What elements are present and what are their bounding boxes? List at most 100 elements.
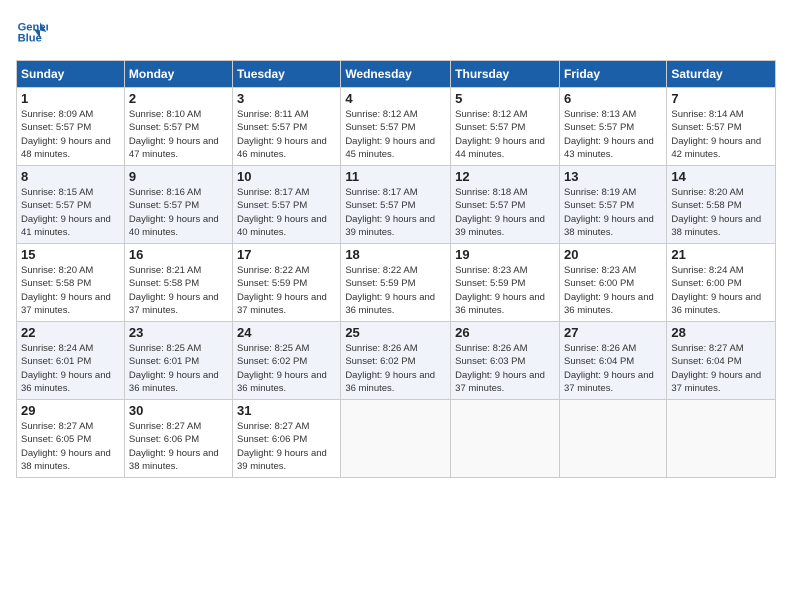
- day-info: Sunrise: 8:26 AMSunset: 6:03 PMDaylight:…: [455, 342, 555, 395]
- day-number: 28: [671, 325, 771, 340]
- day-info: Sunrise: 8:14 AMSunset: 5:57 PMDaylight:…: [671, 108, 771, 161]
- day-info: Sunrise: 8:17 AMSunset: 5:57 PMDaylight:…: [345, 186, 446, 239]
- sunrise-text: Sunrise: 8:19 AM: [564, 187, 636, 198]
- col-header-monday: Monday: [124, 61, 232, 88]
- calendar-cell: 11Sunrise: 8:17 AMSunset: 5:57 PMDayligh…: [341, 166, 451, 244]
- calendar-cell: 7 Sunrise: 8:14 AMSunset: 5:57 PMDaylight…: [667, 88, 776, 166]
- daylight-text: Daylight: 9 hours and 38 minutes.: [21, 448, 111, 472]
- sunset-text: Sunset: 5:57 PM: [671, 122, 741, 133]
- daylight-text: Daylight: 9 hours and 40 minutes.: [237, 214, 327, 238]
- daylight-text: Daylight: 9 hours and 48 minutes.: [21, 136, 111, 160]
- daylight-text: Daylight: 9 hours and 38 minutes.: [564, 214, 654, 238]
- calendar-cell: 4Sunrise: 8:12 AMSunset: 5:57 PMDaylight…: [341, 88, 451, 166]
- sunset-text: Sunset: 6:06 PM: [237, 434, 307, 445]
- day-info: Sunrise: 8:22 AMSunset: 5:59 PMDaylight:…: [345, 264, 446, 317]
- daylight-text: Daylight: 9 hours and 36 minutes.: [345, 370, 435, 394]
- day-info: Sunrise: 8:23 AMSunset: 6:00 PMDaylight:…: [564, 264, 662, 317]
- calendar-cell: 6Sunrise: 8:13 AMSunset: 5:57 PMDaylight…: [559, 88, 666, 166]
- sunrise-text: Sunrise: 8:25 AM: [129, 343, 201, 354]
- sunrise-text: Sunrise: 8:12 AM: [455, 109, 527, 120]
- calendar-cell: 18Sunrise: 8:22 AMSunset: 5:59 PMDayligh…: [341, 244, 451, 322]
- day-number: 16: [129, 247, 228, 262]
- sunrise-text: Sunrise: 8:22 AM: [345, 265, 417, 276]
- sunrise-text: Sunrise: 8:27 AM: [237, 421, 309, 432]
- sunset-text: Sunset: 6:02 PM: [345, 356, 415, 367]
- calendar-cell: 26 Sunrise: 8:26 AMSunset: 6:03 PMDayligh…: [451, 322, 560, 400]
- day-number: 29: [21, 403, 120, 418]
- day-number: 5: [455, 91, 555, 106]
- day-number: 18: [345, 247, 446, 262]
- calendar-row-5: 29Sunrise: 8:27 AMSunset: 6:05 PMDayligh…: [17, 400, 776, 478]
- calendar-cell: 23 Sunrise: 8:25 AMSunset: 6:01 PMDayligh…: [124, 322, 232, 400]
- sunrise-text: Sunrise: 8:23 AM: [455, 265, 527, 276]
- day-number: 4: [345, 91, 446, 106]
- daylight-text: Daylight: 9 hours and 39 minutes.: [345, 214, 435, 238]
- col-header-tuesday: Tuesday: [233, 61, 341, 88]
- calendar-cell: 15Sunrise: 8:20 AMSunset: 5:58 PMDayligh…: [17, 244, 125, 322]
- day-number: 26: [455, 325, 555, 340]
- day-info: Sunrise: 8:13 AMSunset: 5:57 PMDaylight:…: [564, 108, 662, 161]
- sunset-text: Sunset: 5:59 PM: [455, 278, 525, 289]
- sunset-text: Sunset: 5:59 PM: [345, 278, 415, 289]
- day-info: Sunrise: 8:26 AMSunset: 6:02 PMDaylight:…: [345, 342, 446, 395]
- sunset-text: Sunset: 6:06 PM: [129, 434, 199, 445]
- daylight-text: Daylight: 9 hours and 37 minutes.: [237, 292, 327, 316]
- day-info: Sunrise: 8:12 AMSunset: 5:57 PMDaylight:…: [455, 108, 555, 161]
- daylight-text: Daylight: 9 hours and 44 minutes.: [455, 136, 545, 160]
- col-header-saturday: Saturday: [667, 61, 776, 88]
- day-info: Sunrise: 8:27 AMSunset: 6:05 PMDaylight:…: [21, 420, 120, 473]
- svg-text:General: General: [18, 21, 48, 33]
- sunrise-text: Sunrise: 8:26 AM: [455, 343, 527, 354]
- sunset-text: Sunset: 5:57 PM: [129, 200, 199, 211]
- sunset-text: Sunset: 6:05 PM: [21, 434, 91, 445]
- calendar-cell: 14 Sunrise: 8:20 AMSunset: 5:58 PMDayligh…: [667, 166, 776, 244]
- day-number: 23: [129, 325, 228, 340]
- daylight-text: Daylight: 9 hours and 38 minutes.: [129, 448, 219, 472]
- daylight-text: Daylight: 9 hours and 45 minutes.: [345, 136, 435, 160]
- day-info: Sunrise: 8:25 AMSunset: 6:01 PMDaylight:…: [129, 342, 228, 395]
- day-info: Sunrise: 8:11 AMSunset: 5:57 PMDaylight:…: [237, 108, 336, 161]
- sunrise-text: Sunrise: 8:27 AM: [129, 421, 201, 432]
- daylight-text: Daylight: 9 hours and 36 minutes.: [564, 292, 654, 316]
- daylight-text: Daylight: 9 hours and 41 minutes.: [21, 214, 111, 238]
- day-info: Sunrise: 8:17 AMSunset: 5:57 PMDaylight:…: [237, 186, 336, 239]
- daylight-text: Daylight: 9 hours and 36 minutes.: [671, 292, 761, 316]
- daylight-text: Daylight: 9 hours and 37 minutes.: [129, 292, 219, 316]
- calendar-cell: 2Sunrise: 8:10 AMSunset: 5:57 PMDaylight…: [124, 88, 232, 166]
- day-number: 7: [671, 91, 771, 106]
- calendar-cell: 31Sunrise: 8:27 AMSunset: 6:06 PMDayligh…: [233, 400, 341, 478]
- logo: General Blue: [16, 16, 48, 48]
- sunset-text: Sunset: 6:02 PM: [237, 356, 307, 367]
- day-info: Sunrise: 8:18 AMSunset: 5:57 PMDaylight:…: [455, 186, 555, 239]
- daylight-text: Daylight: 9 hours and 39 minutes.: [455, 214, 545, 238]
- day-number: 31: [237, 403, 336, 418]
- day-info: Sunrise: 8:24 AMSunset: 6:01 PMDaylight:…: [21, 342, 120, 395]
- sunrise-text: Sunrise: 8:25 AM: [237, 343, 309, 354]
- sunset-text: Sunset: 6:00 PM: [671, 278, 741, 289]
- calendar-cell: 17Sunrise: 8:22 AMSunset: 5:59 PMDayligh…: [233, 244, 341, 322]
- daylight-text: Daylight: 9 hours and 37 minutes.: [21, 292, 111, 316]
- calendar-cell: 3Sunrise: 8:11 AMSunset: 5:57 PMDaylight…: [233, 88, 341, 166]
- calendar-cell: [451, 400, 560, 478]
- calendar-cell: 24Sunrise: 8:25 AMSunset: 6:02 PMDayligh…: [233, 322, 341, 400]
- daylight-text: Daylight: 9 hours and 38 minutes.: [671, 214, 761, 238]
- calendar-cell: 21Sunrise: 8:24 AMSunset: 6:00 PMDayligh…: [667, 244, 776, 322]
- calendar-cell: 5 Sunrise: 8:12 AMSunset: 5:57 PMDaylight…: [451, 88, 560, 166]
- calendar-cell: 13Sunrise: 8:19 AMSunset: 5:57 PMDayligh…: [559, 166, 666, 244]
- day-number: 30: [129, 403, 228, 418]
- sunrise-text: Sunrise: 8:10 AM: [129, 109, 201, 120]
- calendar-cell: 20Sunrise: 8:23 AMSunset: 6:00 PMDayligh…: [559, 244, 666, 322]
- day-info: Sunrise: 8:24 AMSunset: 6:00 PMDaylight:…: [671, 264, 771, 317]
- day-info: Sunrise: 8:22 AMSunset: 5:59 PMDaylight:…: [237, 264, 336, 317]
- sunset-text: Sunset: 5:58 PM: [129, 278, 199, 289]
- day-number: 25: [345, 325, 446, 340]
- day-info: Sunrise: 8:26 AMSunset: 6:04 PMDaylight:…: [564, 342, 662, 395]
- sunrise-text: Sunrise: 8:16 AM: [129, 187, 201, 198]
- day-number: 14: [671, 169, 771, 184]
- day-number: 27: [564, 325, 662, 340]
- calendar-cell: 27 Sunrise: 8:26 AMSunset: 6:04 PMDayligh…: [559, 322, 666, 400]
- day-info: Sunrise: 8:20 AMSunset: 5:58 PMDaylight:…: [671, 186, 771, 239]
- col-header-wednesday: Wednesday: [341, 61, 451, 88]
- daylight-text: Daylight: 9 hours and 37 minutes.: [671, 370, 761, 394]
- daylight-text: Daylight: 9 hours and 40 minutes.: [129, 214, 219, 238]
